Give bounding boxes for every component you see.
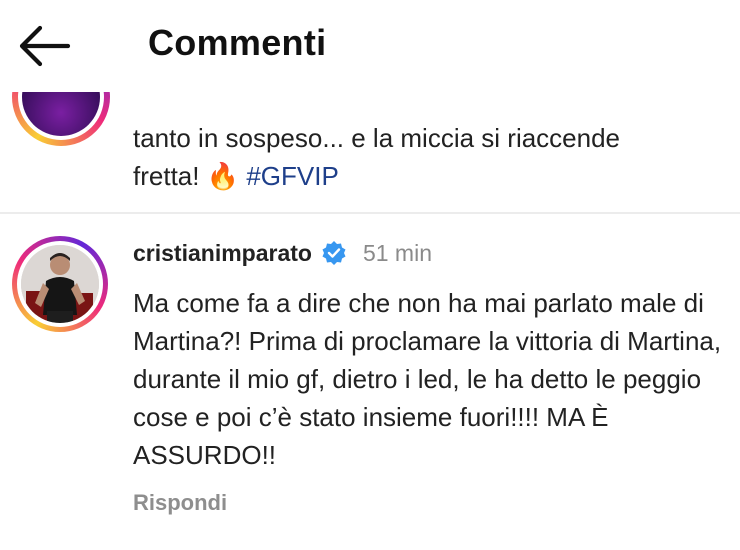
divider (0, 212, 740, 214)
reply-button[interactable]: Rispondi (133, 490, 227, 516)
comment-text: Ma come fa a dire che non ha mai parlato… (133, 288, 722, 470)
avatar[interactable] (12, 92, 110, 146)
comment-text: tanto in sospeso... e la miccia si riacc… (133, 123, 621, 191)
hashtag-link[interactable]: #GFVIP (246, 161, 338, 191)
avatar[interactable] (12, 236, 108, 332)
verified-badge-icon (322, 241, 346, 265)
arrow-left-icon (19, 25, 71, 67)
username-link[interactable]: cristianimparato (133, 240, 312, 267)
comment-header: cristianimparato 51 min (133, 236, 432, 270)
page-title: Commenti (148, 22, 327, 63)
top-bar: Commenti (0, 0, 740, 92)
fire-emoji: 🔥 (206, 161, 240, 191)
back-button[interactable] (14, 20, 76, 72)
comment-timestamp: 51 min (362, 239, 432, 266)
previous-comment: tanto in sospeso... e la miccia si riacc… (0, 92, 740, 208)
